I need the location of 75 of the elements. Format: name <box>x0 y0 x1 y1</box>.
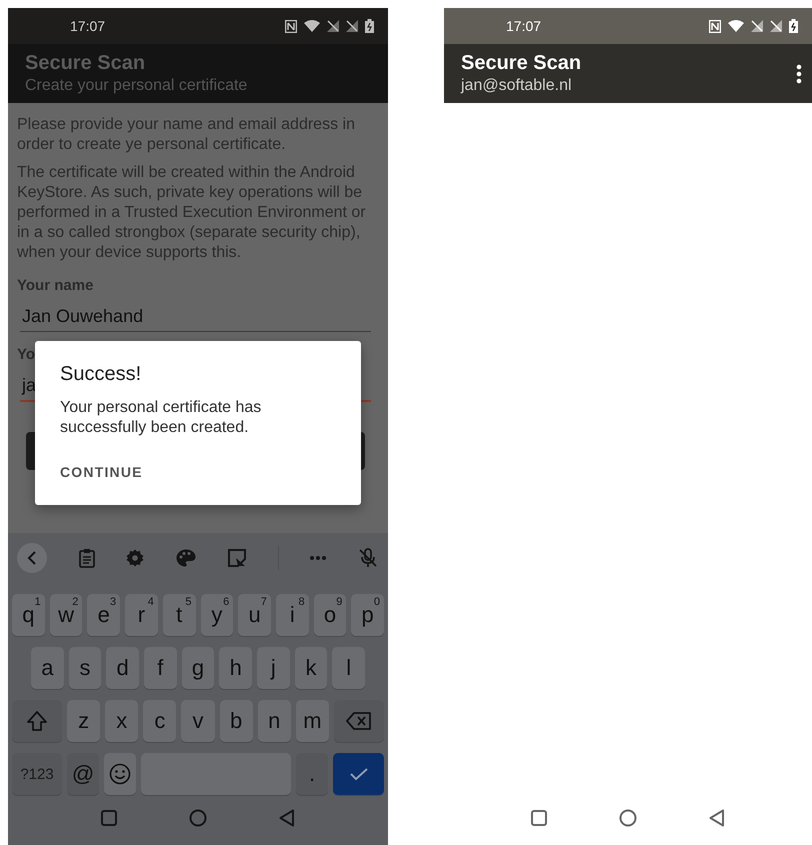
no-signal-icon <box>327 20 339 32</box>
keyboard-key[interactable]: l <box>332 647 366 689</box>
app-title: Secure Scan <box>25 52 146 75</box>
home-icon[interactable] <box>189 808 207 826</box>
keyboard-key[interactable]: h <box>219 647 252 689</box>
keyboard-key[interactable]: @ <box>67 753 99 795</box>
battery-icon <box>365 19 374 33</box>
keyboard-key[interactable]: f <box>144 647 177 689</box>
nfc-icon <box>285 20 297 32</box>
keyboard-key[interactable]: j <box>257 647 290 689</box>
status-time: 17:07 <box>506 18 542 34</box>
smiley-icon <box>109 763 131 785</box>
shift-key[interactable] <box>12 700 62 742</box>
field-label: Your name <box>17 277 94 294</box>
keyboard-key[interactable]: v <box>181 700 215 742</box>
backspace-icon <box>346 712 372 730</box>
done-key[interactable] <box>333 753 384 795</box>
wifi-icon <box>728 20 744 32</box>
keyboard-key[interactable]: b <box>220 700 253 742</box>
clipboard-icon[interactable] <box>78 548 95 568</box>
recents-icon[interactable] <box>101 810 117 826</box>
key-hint: 9 <box>336 596 342 608</box>
keyboard-key[interactable]: x <box>105 700 138 742</box>
keyboard-key[interactable]: k <box>294 647 328 689</box>
app-subtitle: jan@softable.nl <box>461 77 573 95</box>
key-hint: 4 <box>148 596 154 608</box>
more-icon[interactable] <box>310 556 326 560</box>
no-signal-icon <box>751 20 763 32</box>
home-icon[interactable] <box>619 808 637 826</box>
emoji-key[interactable] <box>104 753 136 795</box>
keyboard-key[interactable]: n <box>258 700 291 742</box>
text-field[interactable]: Jan Ouwehand <box>20 300 371 332</box>
app-subtitle: Create your personal certificate <box>25 77 248 95</box>
mic-off-icon[interactable] <box>358 548 378 568</box>
continue-button[interactable]: CONTINUE <box>54 458 149 486</box>
recents-icon[interactable] <box>531 810 547 826</box>
sticker-icon[interactable] <box>228 549 246 567</box>
battery-icon <box>789 19 798 33</box>
no-signal-icon <box>770 20 782 32</box>
keyboard-key[interactable]: d <box>106 647 140 689</box>
key-hint: 3 <box>110 596 116 608</box>
field-label: Yo <box>17 346 36 363</box>
keyboard-key[interactable]: c <box>143 700 176 742</box>
keyboard-key[interactable]: . <box>296 753 328 795</box>
dialog-message: Your personal certificate has successfully been created. <box>60 398 262 438</box>
dialog-title: Success! <box>60 363 142 386</box>
app-title: Secure Scan <box>461 52 582 75</box>
status-time: 17:07 <box>70 18 106 34</box>
menu-icon[interactable] <box>796 64 802 84</box>
check-icon <box>348 767 368 781</box>
nfc-icon <box>709 20 721 32</box>
keyboard-key[interactable]: g <box>182 647 214 689</box>
no-signal-icon <box>346 20 358 32</box>
backspace-key[interactable] <box>334 700 384 742</box>
key-hint: 1 <box>34 596 41 608</box>
shift-icon <box>26 710 48 732</box>
settings-icon[interactable] <box>126 549 144 567</box>
description-text: Please provide your name and email address in order to create ye personal certificate. <box>17 115 356 155</box>
keyboard-key[interactable]: s <box>68 647 102 689</box>
back-icon[interactable] <box>279 808 295 826</box>
keyboard-key[interactable]: a <box>31 647 64 689</box>
back-icon[interactable] <box>709 808 725 826</box>
key-hint: 6 <box>223 596 230 608</box>
palette-icon[interactable] <box>176 549 196 567</box>
key-hint: 7 <box>260 596 267 608</box>
key-hint: 0 <box>374 596 380 608</box>
symbols-key[interactable]: ?123 <box>12 753 62 795</box>
keyboard-key[interactable]: z <box>67 700 100 742</box>
key-hint: 5 <box>185 596 192 608</box>
keyboard-key[interactable]: m <box>296 700 329 742</box>
key-hint: 2 <box>72 596 78 608</box>
collapse-icon[interactable] <box>17 543 47 573</box>
description-text: The certificate will be created within the Android KeyStore. As such, private key operations will be performed in a Trusted Execution Environment or in a so called strongbox (separate security chip), when your device supports this. <box>17 163 367 263</box>
wifi-icon <box>304 20 320 32</box>
key-hint: 8 <box>298 596 305 608</box>
